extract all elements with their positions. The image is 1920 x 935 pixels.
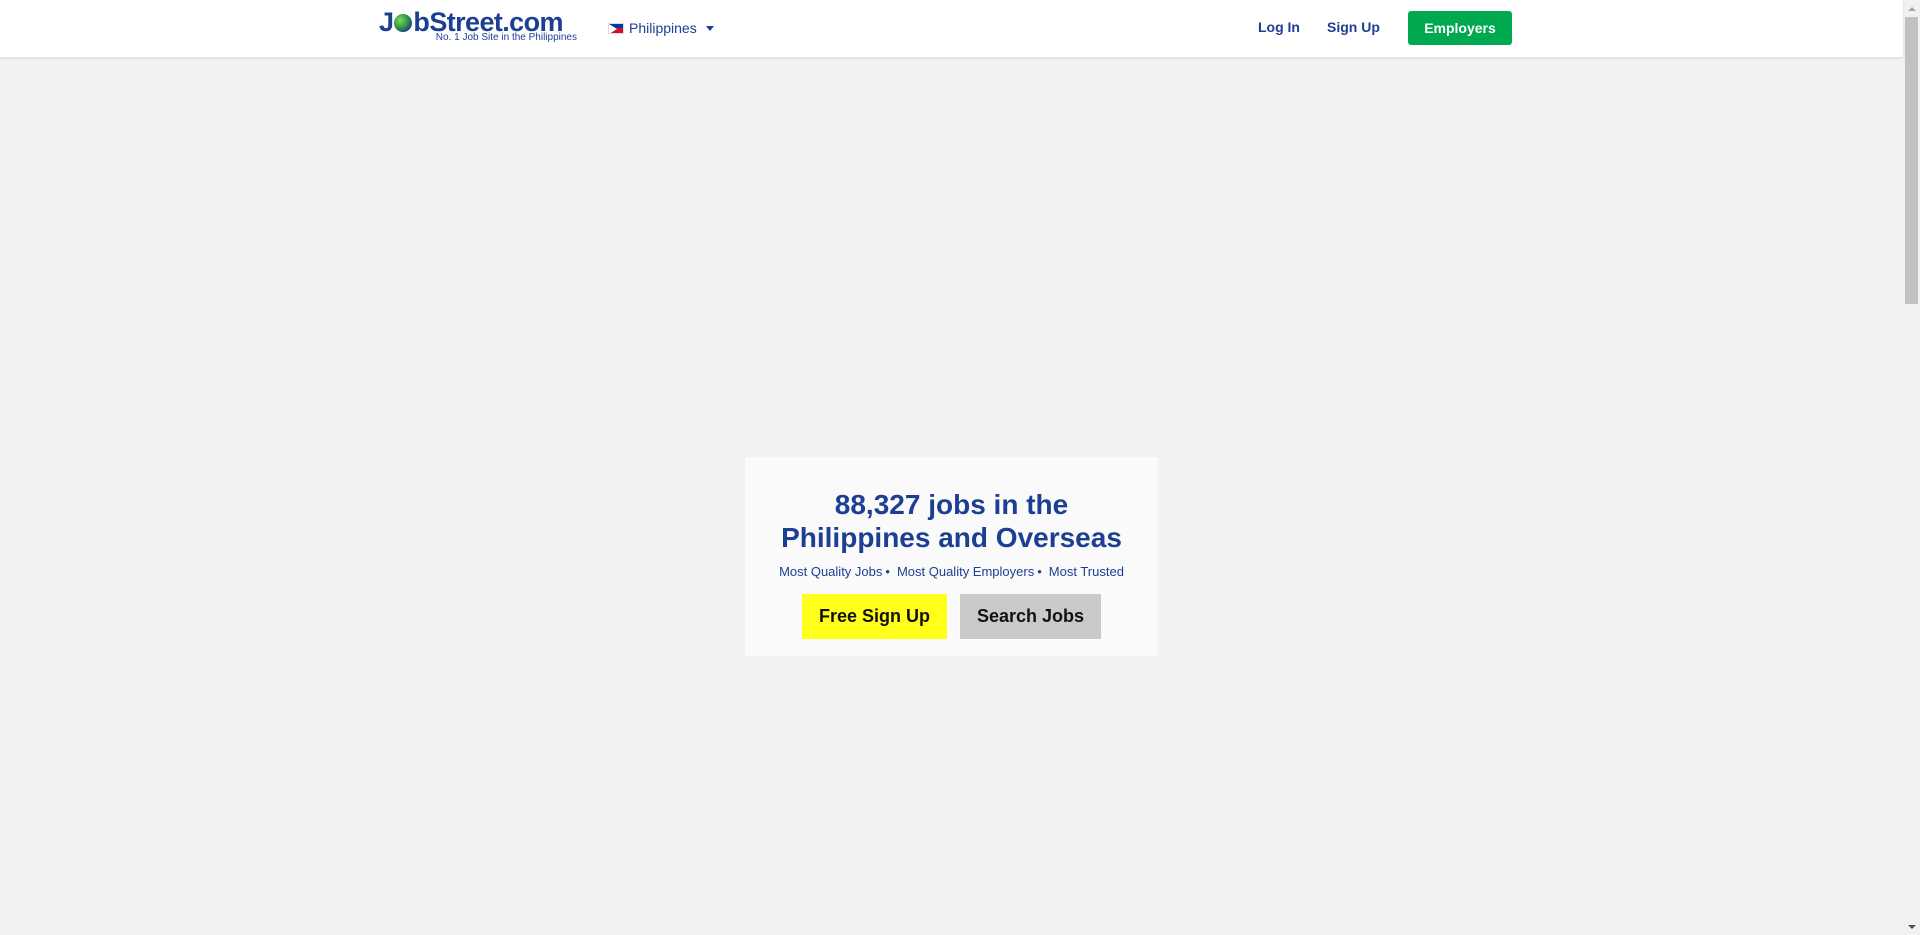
country-selector-label: Philippines bbox=[629, 20, 697, 36]
free-signup-button[interactable]: Free Sign Up bbox=[802, 594, 947, 639]
philippines-flag-icon bbox=[608, 22, 624, 34]
tagline-separator: • bbox=[885, 564, 890, 579]
scroll-down-button[interactable] bbox=[1903, 918, 1920, 935]
hero-title-line-2: Philippines and Overseas bbox=[781, 522, 1122, 553]
tagline-separator: • bbox=[1037, 564, 1042, 579]
hero-title-line-1: 88,327 jobs in the bbox=[834, 489, 1069, 520]
logo-tagline: No. 1 Job Site in the Philippines bbox=[435, 32, 577, 43]
hero-title: 88,327 jobs in the Philippines and Overs… bbox=[745, 488, 1158, 554]
tagline-quality-employers: Most Quality Employers bbox=[896, 564, 1035, 579]
tagline-quality-jobs: Most Quality Jobs bbox=[779, 564, 883, 579]
arrow-down-icon bbox=[1907, 924, 1916, 929]
arrow-up-icon bbox=[1907, 6, 1916, 11]
globe-icon bbox=[394, 14, 413, 32]
tagline-most-trusted: Most Trusted bbox=[1048, 564, 1124, 579]
caret-down-icon bbox=[705, 25, 714, 31]
jobstreet-logo[interactable]: JbStreet.com No. 1 Job Site in the Phili… bbox=[379, 9, 577, 45]
login-link[interactable]: Log In bbox=[1258, 18, 1300, 36]
hero-buttons: Free Sign Up Search Jobs bbox=[745, 594, 1158, 639]
top-navigation-bar: JbStreet.com No. 1 Job Site in the Phili… bbox=[0, 0, 1903, 57]
scroll-up-button[interactable] bbox=[1903, 0, 1920, 17]
page-scrollbar[interactable] bbox=[1903, 0, 1920, 935]
scroll-thumb[interactable] bbox=[1905, 17, 1918, 304]
search-jobs-button[interactable]: Search Jobs bbox=[960, 594, 1101, 639]
signup-link[interactable]: Sign Up bbox=[1327, 18, 1380, 36]
hero-panel: 88,327 jobs in the Philippines and Overs… bbox=[745, 457, 1158, 656]
employers-button[interactable]: Employers bbox=[1408, 11, 1512, 45]
hero-taglines: Most Quality Jobs • Most Quality Employers… bbox=[745, 564, 1158, 580]
country-selector[interactable]: Philippines bbox=[608, 17, 714, 39]
